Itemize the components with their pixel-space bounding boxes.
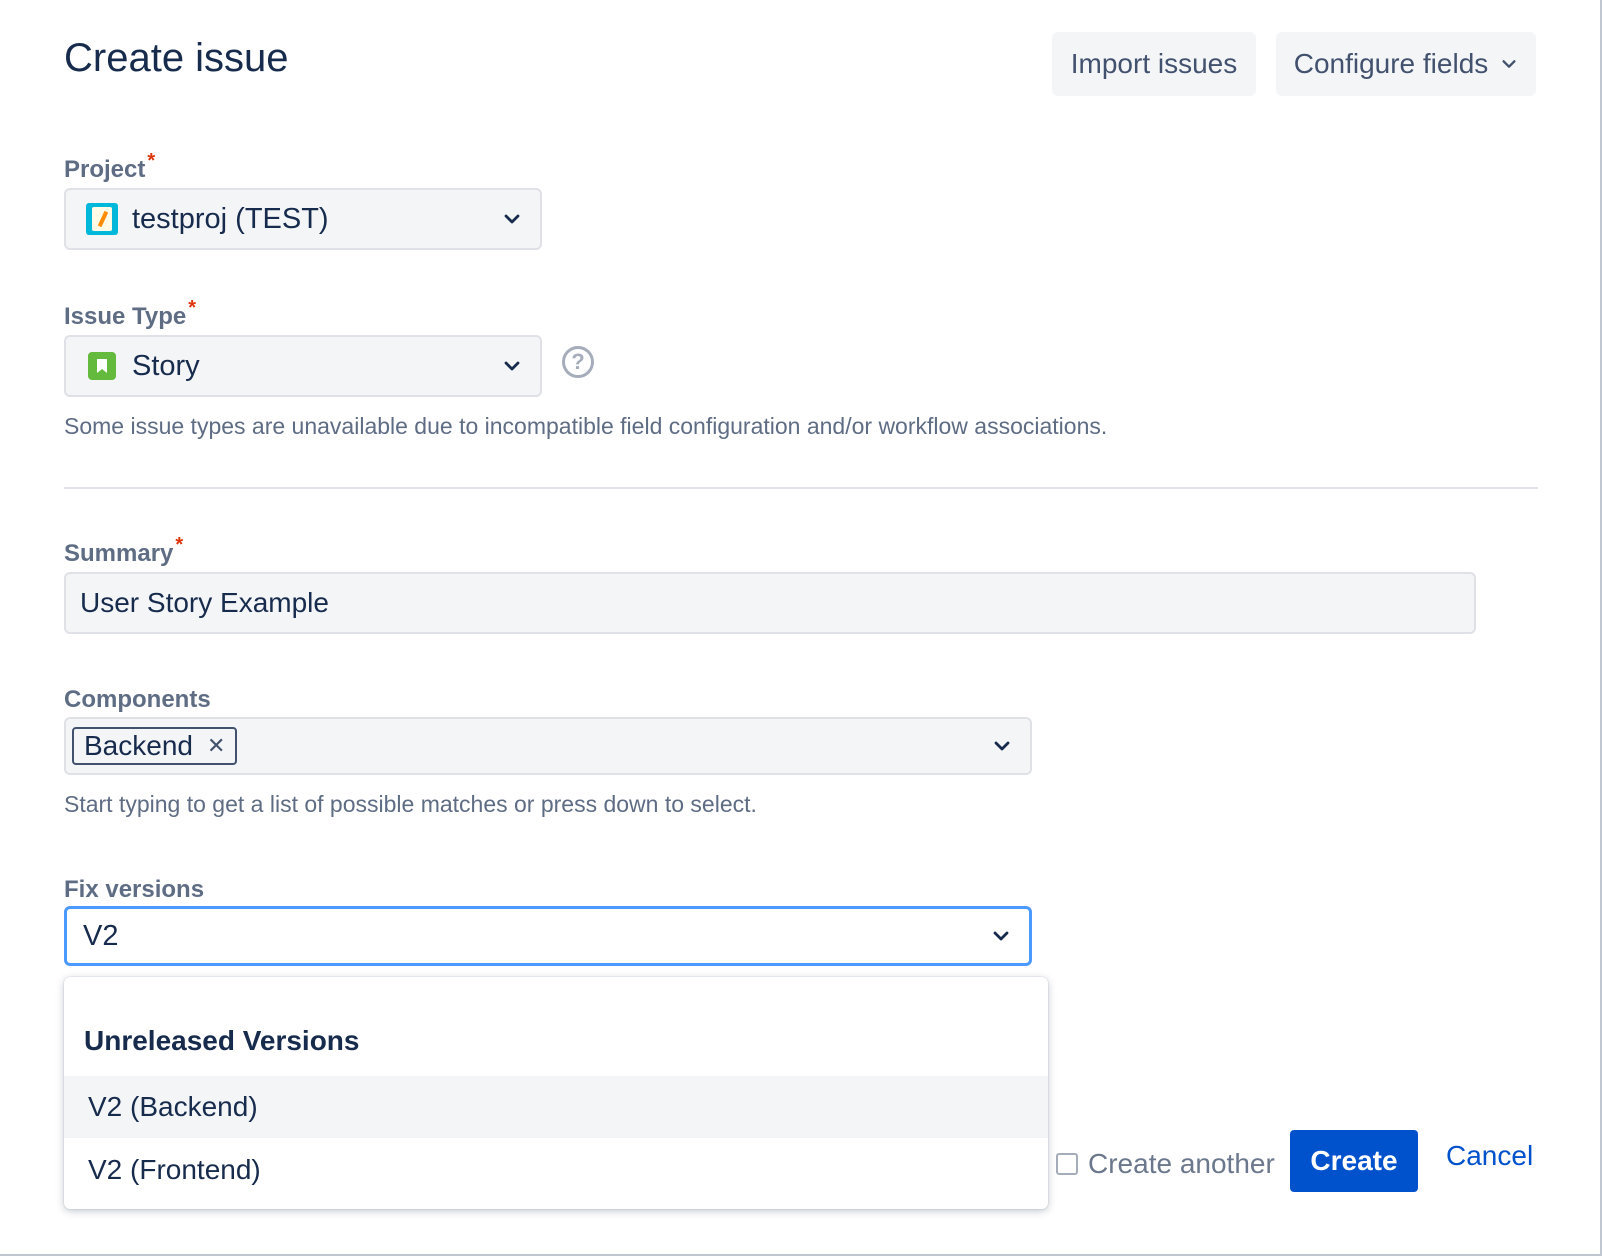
issue-type-label-text: Issue Type [64, 303, 187, 330]
required-mark: * [147, 150, 156, 172]
dropdown-option-label: V2 (Frontend) [88, 1154, 261, 1185]
checkbox[interactable] [1056, 1153, 1078, 1175]
dropdown-option-label: V2 (Backend) [88, 1091, 258, 1122]
create-button-label: Create [1310, 1145, 1398, 1176]
import-issues-label: Import issues [1070, 48, 1238, 79]
cancel-button[interactable]: Cancel [1446, 1140, 1533, 1172]
configure-fields-label: Configure fields [1293, 48, 1489, 79]
create-another-label: Create another [1088, 1148, 1275, 1179]
component-tag: Backend ✕ [72, 727, 238, 765]
summary-input[interactable]: User Story Example [64, 572, 1476, 634]
component-tag-label: Backend [84, 730, 193, 761]
components-hint: Start typing to get a list of possible m… [64, 791, 757, 817]
project-select[interactable]: testproj (TEST) [64, 188, 542, 250]
issue-type-label: Issue Type * [64, 297, 196, 331]
project-avatar-icon [86, 203, 118, 235]
components-label-text: Components [64, 686, 211, 713]
create-another-checkbox[interactable]: Create another [1056, 1148, 1275, 1180]
close-icon[interactable]: ✕ [207, 733, 225, 759]
chevron-down-icon [994, 741, 1010, 751]
summary-value: User Story Example [80, 587, 329, 618]
chevron-down-icon [1502, 60, 1516, 68]
fix-versions-value: V2 [83, 919, 119, 952]
project-label-text: Project [64, 156, 146, 183]
components-label: Components [64, 686, 211, 714]
project-label: Project * [64, 150, 155, 184]
configure-fields-button[interactable]: Configure fields [1276, 32, 1536, 96]
story-icon [88, 352, 116, 380]
dropdown-option[interactable]: V2 (Backend) [64, 1076, 1048, 1138]
required-mark: * [175, 534, 184, 556]
issue-type-value: Story [132, 349, 200, 382]
issue-type-hint: Some issue types are unavailable due to … [64, 413, 1108, 439]
fix-versions-input[interactable]: V2 [64, 906, 1032, 966]
import-issues-button[interactable]: Import issues [1052, 32, 1256, 96]
components-select[interactable]: Backend ✕ [64, 717, 1032, 775]
required-mark: * [188, 297, 197, 319]
divider [64, 487, 1538, 489]
issue-type-select[interactable]: Story [64, 335, 542, 397]
fix-versions-dropdown: Unreleased Versions V2 (Backend) V2 (Fro… [64, 977, 1048, 1209]
chevron-down-icon [993, 931, 1009, 941]
project-value: testproj (TEST) [132, 202, 329, 235]
chevron-down-icon [504, 214, 520, 224]
chevron-down-icon [504, 361, 520, 371]
dialog-title: Create issue [64, 36, 289, 80]
summary-label: Summary * [64, 534, 183, 568]
create-button[interactable]: Create [1290, 1130, 1418, 1192]
dropdown-group-heading: Unreleased Versions [84, 1025, 360, 1056]
fix-versions-label-text: Fix versions [64, 876, 205, 903]
create-issue-dialog: Create issue Import issues Configure fie… [0, 0, 1602, 1256]
summary-label-text: Summary [64, 540, 174, 567]
help-icon[interactable]: ? [562, 346, 594, 378]
fix-versions-label: Fix versions [64, 876, 204, 904]
dropdown-option[interactable]: V2 (Frontend) [64, 1139, 1048, 1201]
